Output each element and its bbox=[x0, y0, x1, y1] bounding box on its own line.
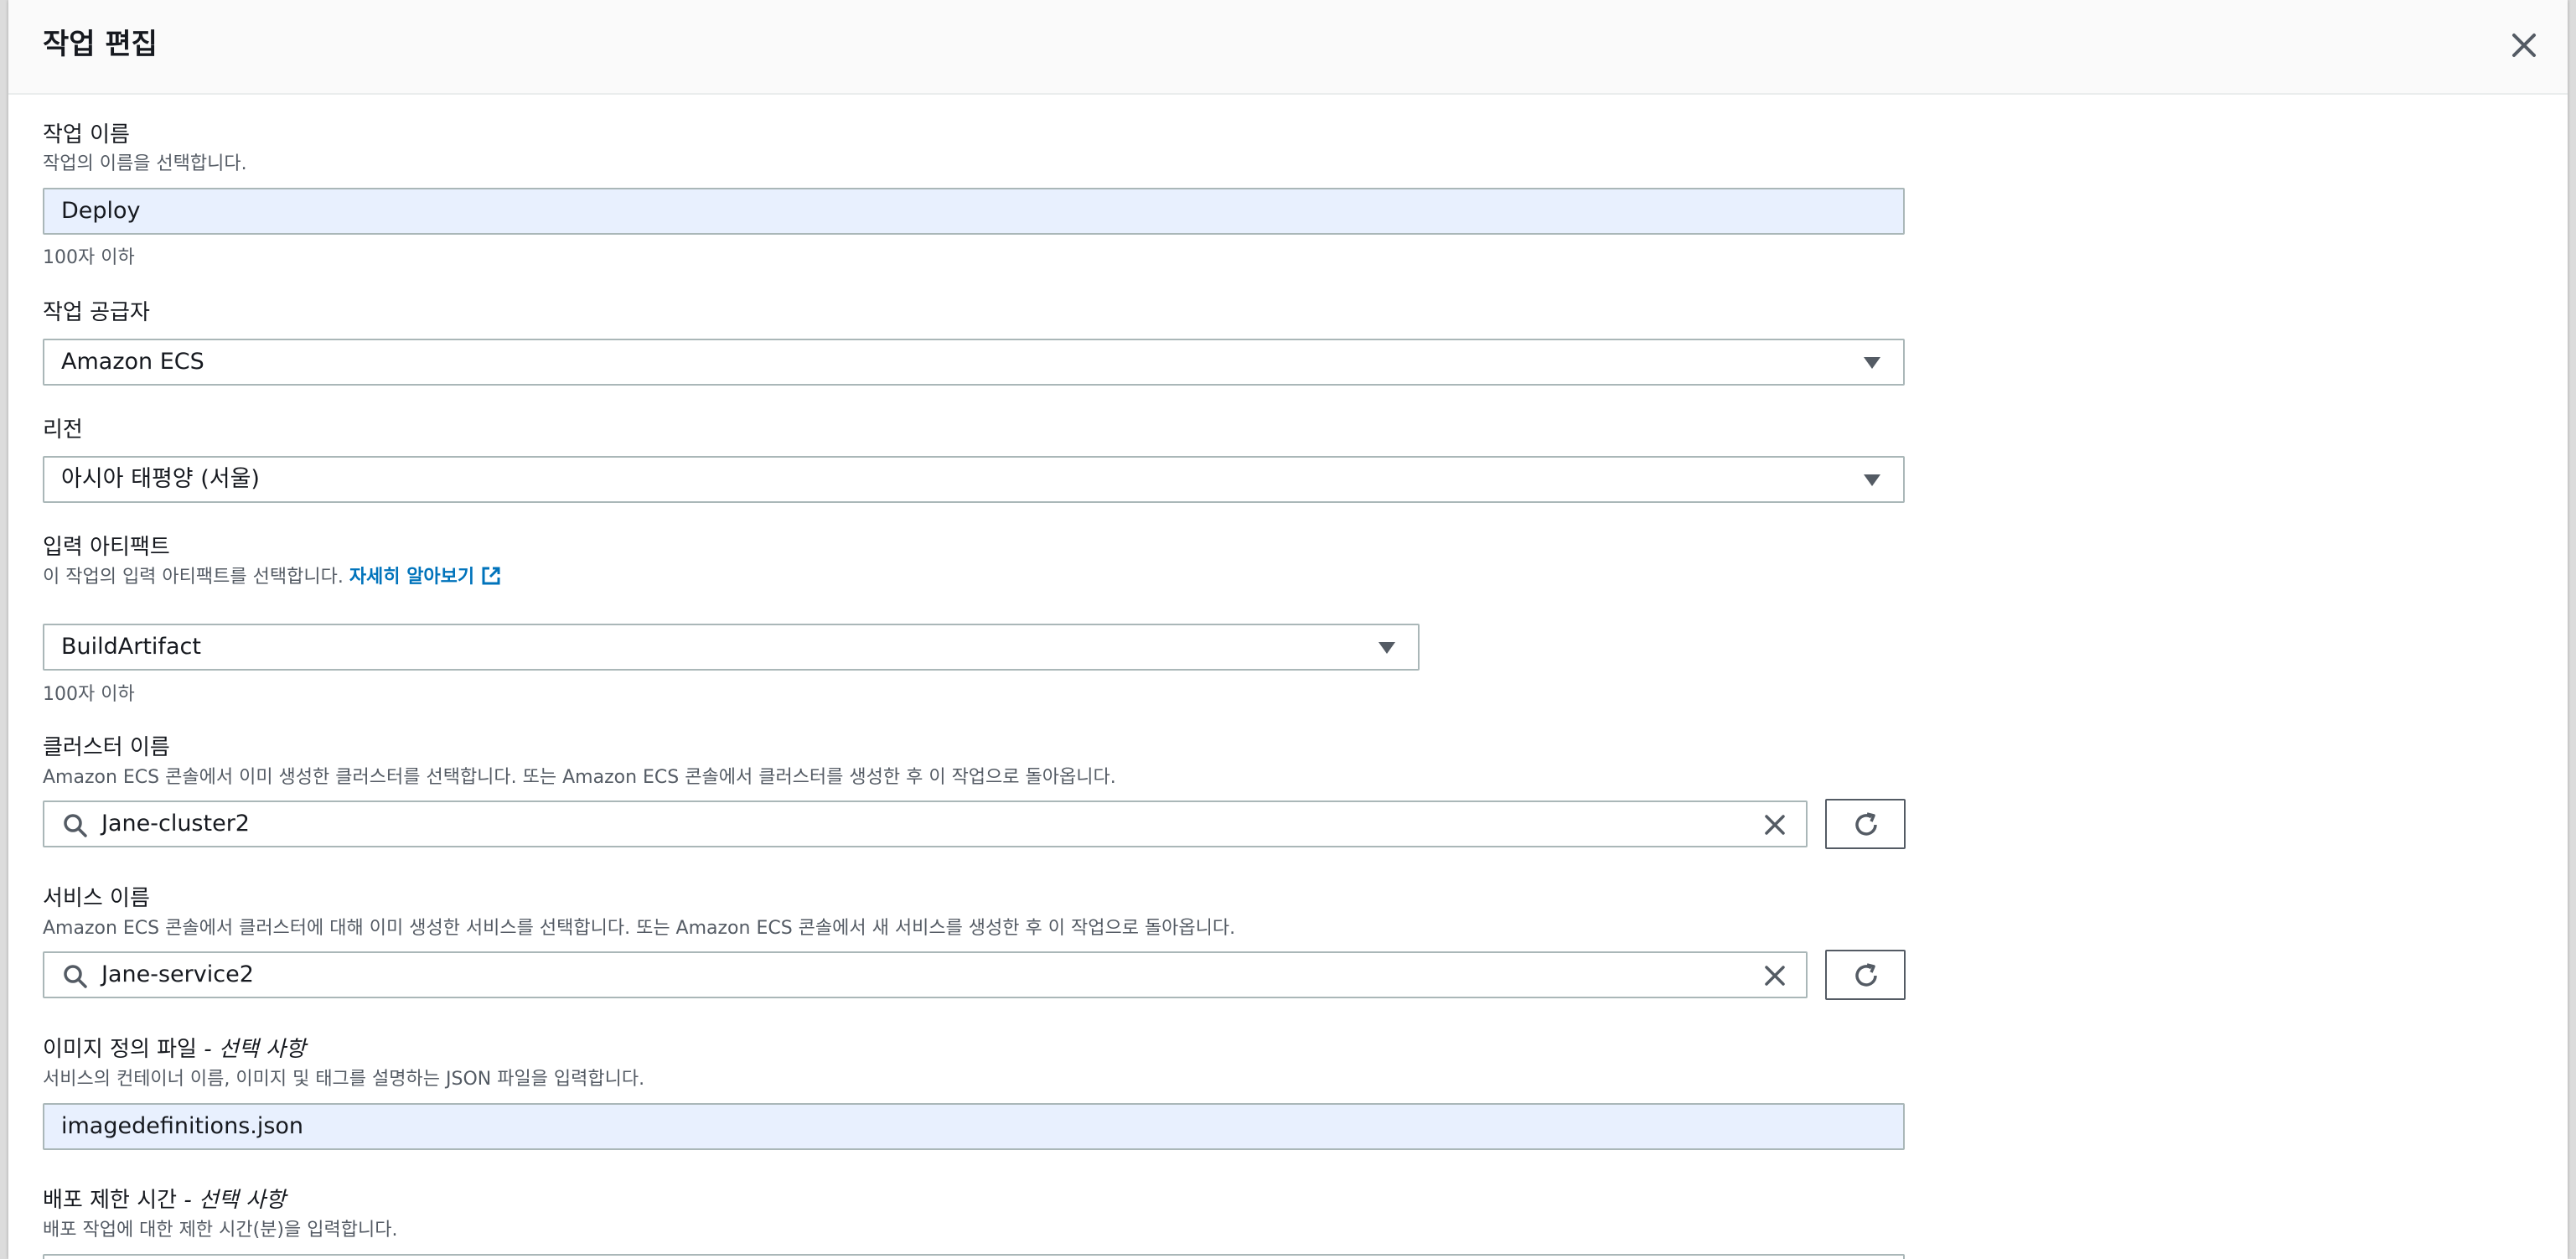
image-definitions-label-row: 이미지 정의 파일 - 선택 사항 bbox=[43, 1035, 306, 1064]
edit-action-modal: 작업 편집 작업 이름 작업의 이름을 선택합니다. Deploy 100자 이… bbox=[8, 0, 2568, 1259]
cluster-name-value: Jane-cluster2 bbox=[101, 811, 250, 837]
service-name-value: Jane-service2 bbox=[101, 961, 254, 987]
image-definitions-value: imagedefinitions.json bbox=[61, 1113, 304, 1139]
deploy-timeout-optional: - 선택 사항 bbox=[184, 1188, 286, 1213]
cluster-refresh-button[interactable] bbox=[1825, 799, 1906, 849]
search-icon bbox=[64, 814, 87, 837]
learn-more-link[interactable]: 자세히 알아보기 bbox=[349, 567, 501, 588]
input-artifacts-label: 입력 아티팩트 bbox=[43, 535, 170, 560]
action-provider-select[interactable]: Amazon ECS bbox=[43, 339, 1905, 386]
deploy-timeout-description: 배포 작업에 대한 제한 시간(분)을 입력합니다. bbox=[43, 1220, 398, 1241]
action-name-constraint: 100자 이하 bbox=[43, 247, 135, 268]
service-name-label: 서비스 이름 bbox=[43, 886, 150, 911]
action-provider-value: Amazon ECS bbox=[61, 349, 204, 375]
deploy-timeout-label-row: 배포 제한 시간 - 선택 사항 bbox=[43, 1186, 286, 1215]
action-name-value: Deploy bbox=[61, 198, 141, 224]
modal-header: 작업 편집 bbox=[8, 0, 2568, 95]
input-artifacts-description-row: 이 작업의 입력 아티팩트를 선택합니다. 자세히 알아보기 bbox=[43, 565, 501, 590]
clear-icon[interactable] bbox=[1762, 963, 1787, 988]
cluster-name-description: Amazon ECS 콘솔에서 이미 생성한 클러스터를 선택합니다. 또는 A… bbox=[43, 767, 1116, 788]
service-name-description: Amazon ECS 콘솔에서 클러스터에 대해 이미 생성한 서비스를 선택합… bbox=[43, 918, 1236, 939]
image-definitions-optional: - 선택 사항 bbox=[204, 1037, 306, 1062]
refresh-icon bbox=[1855, 812, 1877, 836]
service-refresh-button[interactable] bbox=[1825, 950, 1906, 1000]
image-definitions-label: 이미지 정의 파일 bbox=[43, 1037, 197, 1062]
service-name-search[interactable]: Jane-service2 bbox=[43, 951, 1808, 998]
region-select[interactable]: 아시아 태평양 (서울) bbox=[43, 456, 1905, 503]
image-definitions-input[interactable]: imagedefinitions.json bbox=[43, 1103, 1905, 1150]
external-link-icon bbox=[482, 567, 500, 585]
input-artifacts-constraint: 100자 이하 bbox=[43, 684, 135, 705]
deploy-timeout-label: 배포 제한 시간 bbox=[43, 1188, 178, 1213]
region-label: 리전 bbox=[43, 417, 83, 443]
refresh-icon bbox=[1855, 963, 1877, 987]
action-provider-label: 작업 공급자 bbox=[43, 300, 150, 325]
learn-more-label: 자세히 알아보기 bbox=[349, 567, 475, 588]
caret-down-icon bbox=[1864, 357, 1880, 369]
image-definitions-description: 서비스의 컨테이너 이름, 이미지 및 태그를 설명하는 JSON 파일을 입력… bbox=[43, 1069, 645, 1090]
modal-title: 작업 편집 bbox=[43, 28, 158, 61]
action-name-description: 작업의 이름을 선택합니다. bbox=[43, 153, 247, 174]
region-value: 아시아 태평양 (서울) bbox=[61, 466, 260, 492]
clear-icon[interactable] bbox=[1762, 812, 1787, 837]
cluster-name-label: 클러스터 이름 bbox=[43, 735, 170, 760]
search-icon bbox=[64, 965, 87, 988]
input-artifacts-value: BuildArtifact bbox=[61, 634, 201, 660]
action-name-label: 작업 이름 bbox=[43, 122, 130, 148]
caret-down-icon bbox=[1379, 642, 1395, 654]
close-icon[interactable] bbox=[2507, 28, 2541, 62]
input-artifacts-select[interactable]: BuildArtifact bbox=[43, 624, 1420, 671]
input-artifacts-description: 이 작업의 입력 아티팩트를 선택합니다. bbox=[43, 567, 344, 588]
deploy-timeout-input[interactable] bbox=[43, 1254, 1905, 1259]
action-name-input[interactable]: Deploy bbox=[43, 188, 1905, 235]
cluster-name-search[interactable]: Jane-cluster2 bbox=[43, 800, 1808, 847]
caret-down-icon bbox=[1864, 474, 1880, 486]
